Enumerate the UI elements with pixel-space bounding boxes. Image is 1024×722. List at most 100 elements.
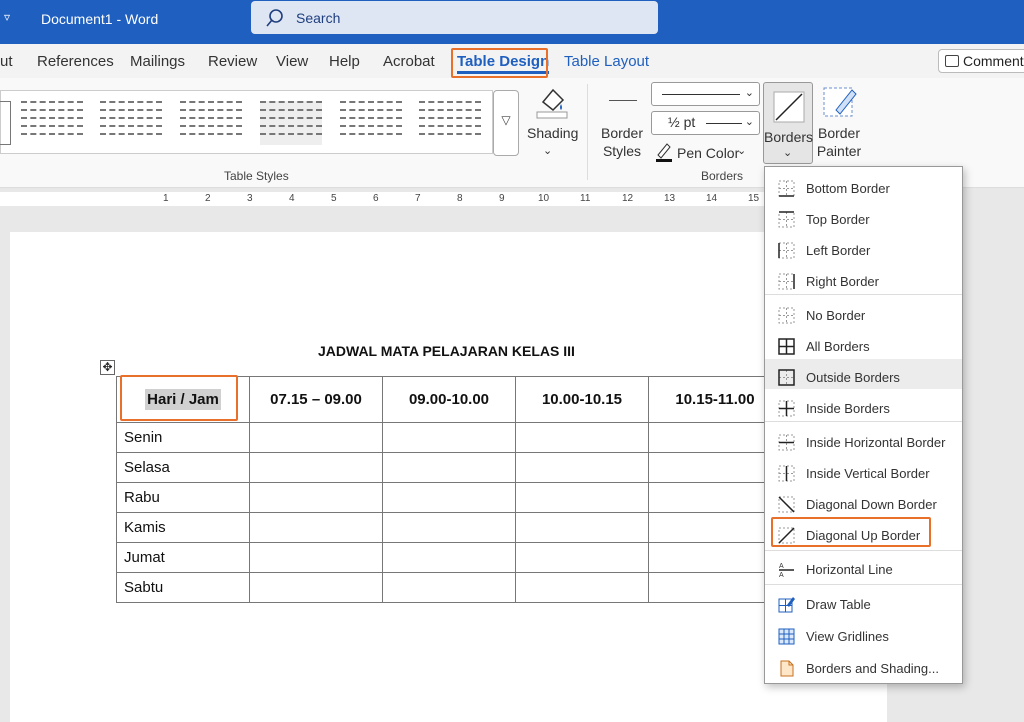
border-painter-icon[interactable] — [822, 84, 858, 120]
table-cell[interactable] — [515, 482, 649, 513]
borders-button[interactable]: Borders ⌄ — [763, 82, 813, 164]
line-weight-value: ½ pt — [668, 114, 696, 130]
menu-item-label: Top Border — [806, 212, 870, 227]
tab-view[interactable]: View — [276, 53, 308, 70]
table-cell[interactable] — [648, 452, 782, 483]
table-style-thumb[interactable] — [100, 101, 162, 145]
pen-color-button[interactable]: Pen Color ⌄ — [655, 142, 767, 164]
border-styles-label[interactable]: Border Styles — [596, 124, 648, 160]
menu-item-draw-table[interactable]: Draw Table — [765, 586, 962, 616]
day-cell[interactable]: Selasa — [116, 452, 250, 483]
day-cell[interactable]: Rabu — [116, 482, 250, 513]
table-style-thumb[interactable] — [419, 101, 481, 145]
border-painter-label[interactable]: Border Painter — [812, 124, 866, 160]
draw-table-icon — [778, 597, 795, 613]
menu-item-view-gridlines[interactable]: View Gridlines — [765, 618, 962, 648]
menu-item-no-border[interactable]: No Border — [765, 297, 962, 327]
outside-borders-icon — [778, 369, 795, 386]
comments-button[interactable]: Comment — [938, 49, 1024, 73]
table-style-thumb[interactable] — [340, 101, 402, 145]
search-icon — [266, 9, 283, 27]
menu-item-inside-horizontal-border[interactable]: Inside Horizontal Border — [765, 424, 962, 454]
menu-item-right-border[interactable]: Right Border — [765, 263, 962, 293]
table-styles-gallery — [0, 90, 493, 154]
header-cell[interactable]: 10.15-11.00 — [648, 376, 782, 423]
ruler-number: 7 — [415, 193, 421, 204]
ruler-track — [0, 192, 770, 206]
menu-item-label: Bottom Border — [806, 181, 890, 196]
menu-item-inside-borders[interactable]: Inside Borders — [765, 390, 962, 420]
quick-access-dropdown-icon[interactable]: ▿ — [4, 10, 10, 24]
pen-icon — [656, 143, 672, 162]
table-cell[interactable] — [515, 572, 649, 603]
table-cell[interactable] — [515, 422, 649, 453]
menu-item-bottom-border[interactable]: Bottom Border — [765, 170, 962, 200]
table-cell[interactable] — [382, 542, 516, 573]
table-style-thumb[interactable] — [260, 101, 322, 145]
menu-item-outside-borders[interactable]: Outside Borders — [765, 359, 962, 389]
menu-item-left-border[interactable]: Left Border — [765, 232, 962, 262]
header-cell[interactable]: 10.00-10.15 — [515, 376, 649, 423]
border-styles-icon[interactable] — [609, 100, 637, 101]
table-style-thumb[interactable] — [21, 101, 83, 145]
table-move-handle-icon[interactable]: ✥ — [100, 360, 115, 375]
table-cell[interactable] — [515, 452, 649, 483]
shading-chevron-icon[interactable]: ⌄ — [543, 142, 552, 160]
table-cell[interactable] — [648, 542, 782, 573]
ruler-number: 1 — [163, 193, 169, 204]
table-cell[interactable] — [382, 452, 516, 483]
menu-item-inside-vertical-border[interactable]: Inside Vertical Border — [765, 455, 962, 485]
table-cell[interactable] — [648, 422, 782, 453]
table-cell[interactable] — [249, 422, 383, 453]
title-bar: ▿ Document1 - Word Search — [0, 0, 1024, 44]
gallery-more-button[interactable]: ▽ — [493, 90, 519, 156]
header-cell[interactable]: 09.00-10.00 — [382, 376, 516, 423]
header-cell[interactable]: 07.15 – 09.00 — [249, 376, 383, 423]
no-border-icon — [778, 307, 795, 324]
table-cell[interactable] — [382, 422, 516, 453]
tab-references[interactable]: References — [37, 53, 114, 70]
inside-horizontal-border-icon — [778, 434, 795, 451]
table-cell[interactable] — [249, 572, 383, 603]
table-cell[interactable] — [515, 512, 649, 543]
table-cell[interactable] — [382, 572, 516, 603]
table-cell[interactable] — [249, 512, 383, 543]
line-weight-dropdown[interactable]: ½ pt ⌄ — [651, 111, 760, 135]
table-cell[interactable] — [249, 542, 383, 573]
search-input[interactable]: Search — [251, 1, 658, 34]
table-cell[interactable] — [249, 452, 383, 483]
shading-icon[interactable] — [533, 84, 569, 120]
table-cell[interactable] — [382, 482, 516, 513]
table-style-thumb[interactable] — [0, 101, 11, 145]
table-style-thumb[interactable] — [180, 101, 242, 145]
table-cell[interactable] — [515, 542, 649, 573]
menu-item-all-borders[interactable]: All Borders — [765, 328, 962, 358]
menu-item-top-border[interactable]: Top Border — [765, 201, 962, 231]
table-cell[interactable] — [648, 572, 782, 603]
day-cell[interactable]: Senin — [116, 422, 250, 453]
day-cell[interactable]: Jumat — [116, 542, 250, 573]
tab-review[interactable]: Review — [208, 53, 257, 70]
tab-help[interactable]: Help — [329, 53, 360, 70]
line-style-dropdown[interactable]: ⌄ — [651, 82, 760, 106]
menu-item-label: Draw Table — [806, 597, 871, 612]
day-cell[interactable]: Kamis — [116, 512, 250, 543]
all-borders-icon — [778, 338, 795, 355]
table-cell[interactable] — [382, 512, 516, 543]
menu-item-horizontal-line[interactable]: AA Horizontal Line — [765, 551, 962, 581]
bottom-border-icon — [778, 180, 795, 197]
table-cell[interactable] — [648, 512, 782, 543]
menu-item-diagonal-down-border[interactable]: Diagonal Down Border — [765, 486, 962, 516]
chevron-down-icon: ⌄ — [783, 147, 793, 159]
table-cell[interactable] — [648, 482, 782, 513]
tab-layout[interactable]: ut — [0, 53, 13, 70]
line-style-preview — [662, 94, 740, 95]
tab-table-layout[interactable]: Table Layout — [564, 53, 649, 70]
table-styles-group-label: Table Styles — [224, 169, 289, 183]
tab-acrobat[interactable]: Acrobat — [383, 53, 435, 70]
day-cell[interactable]: Sabtu — [116, 572, 250, 603]
menu-item-borders-and-shading[interactable]: Borders and Shading... — [765, 650, 962, 680]
tab-mailings[interactable]: Mailings — [130, 53, 185, 70]
inside-borders-icon — [778, 400, 795, 417]
table-cell[interactable] — [249, 482, 383, 513]
